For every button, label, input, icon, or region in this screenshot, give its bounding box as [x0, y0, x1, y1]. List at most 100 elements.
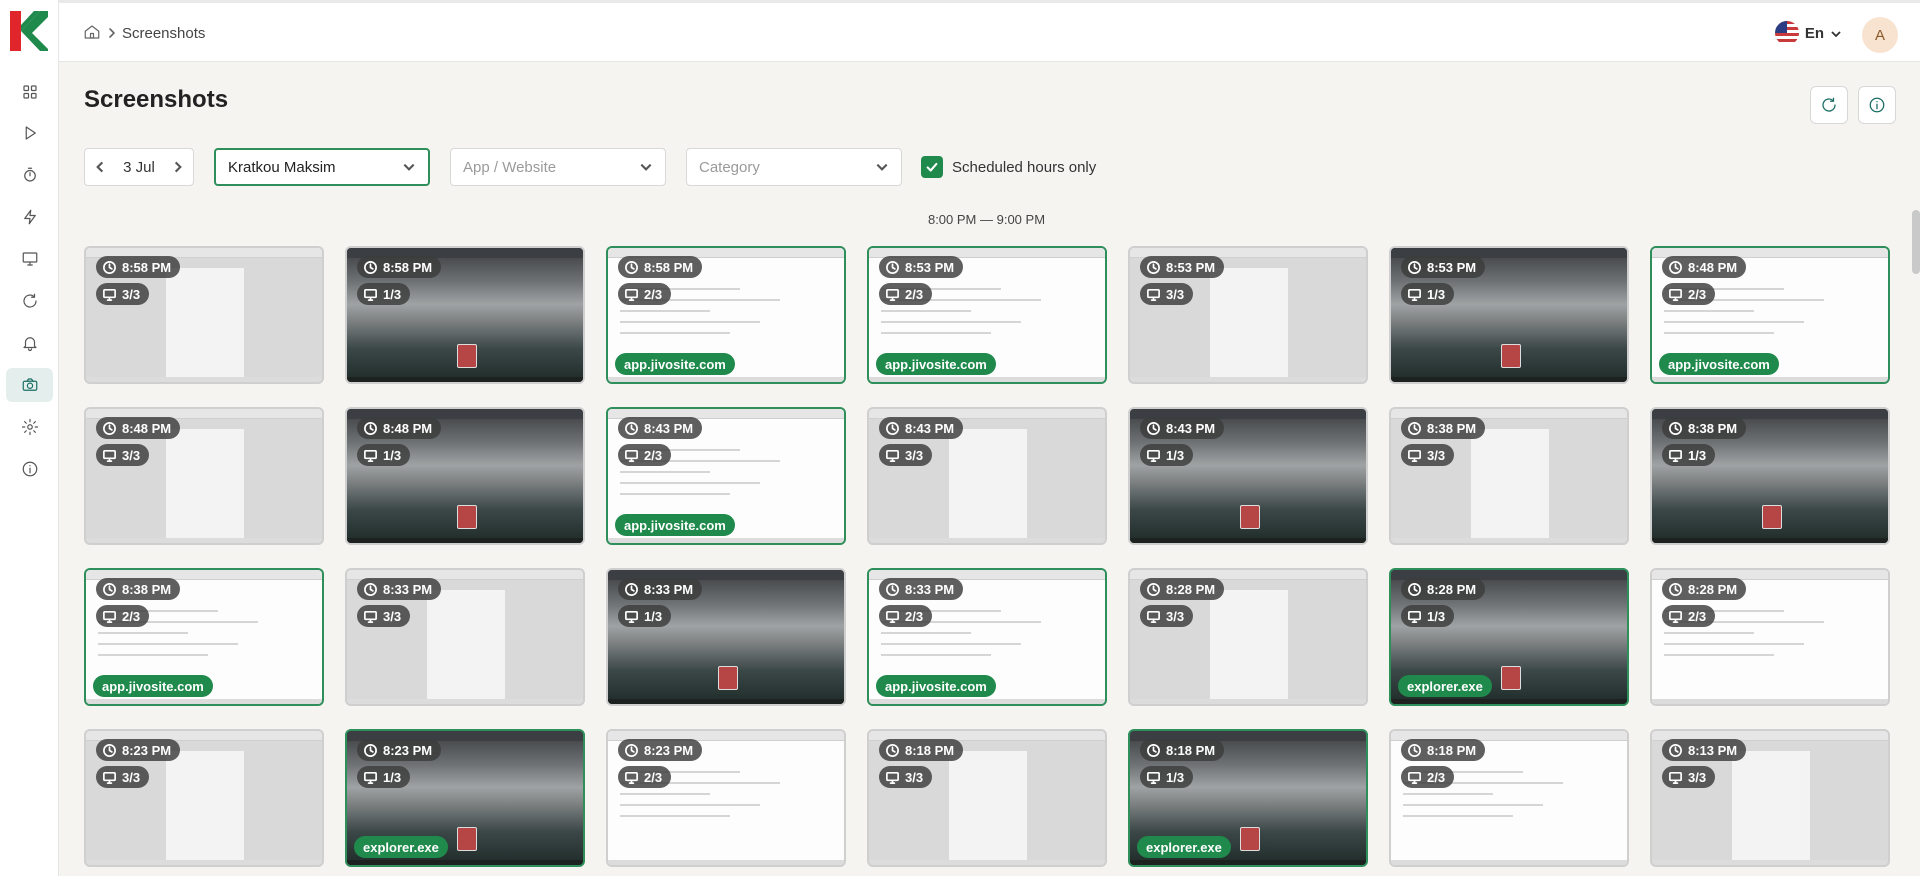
screenshot-card[interactable]: 8:33 PM 3/3 — [345, 568, 585, 706]
monitor-value: 3/3 — [1166, 286, 1185, 302]
app-website-select[interactable]: App / Website — [450, 148, 666, 186]
scheduled-hours-toggle[interactable]: Scheduled hours only — [921, 156, 1096, 178]
monitor-icon — [886, 771, 899, 784]
employee-select[interactable]: Kratkou Maksim — [214, 148, 430, 186]
time-value: 8:23 PM — [644, 742, 694, 758]
screenshot-card[interactable]: 8:28 PM 1/3 explorer.exe — [1389, 568, 1629, 706]
settings-icon[interactable] — [18, 415, 42, 439]
info-button[interactable] — [1858, 86, 1896, 124]
thumbnail-taskbar — [86, 860, 322, 865]
clock-icon — [625, 260, 638, 274]
play-icon[interactable] — [18, 121, 42, 145]
time-value: 8:23 PM — [383, 742, 433, 758]
category-select[interactable]: Category — [686, 148, 902, 186]
monitor-value: 3/3 — [122, 769, 141, 785]
screenshot-card[interactable]: 8:38 PM 3/3 — [1389, 407, 1629, 545]
screenshot-card[interactable]: 8:53 PM 2/3 app.jivosite.com — [867, 246, 1107, 384]
info-icon[interactable] — [18, 457, 42, 481]
screenshot-card[interactable]: 8:23 PM 3/3 — [84, 729, 324, 867]
screenshot-card[interactable]: 8:48 PM 3/3 — [84, 407, 324, 545]
chevron-left-icon[interactable] — [93, 160, 107, 174]
clock-icon — [625, 743, 638, 757]
screenshot-card[interactable]: 8:33 PM 1/3 — [606, 568, 846, 706]
thumbnail-window-icon — [1240, 505, 1260, 529]
monitor-value: 2/3 — [644, 769, 663, 785]
monitor-badge: 2/3 — [1662, 605, 1716, 627]
monitor-badge: 3/3 — [96, 444, 150, 466]
screenshot-card[interactable]: 8:23 PM 2/3 — [606, 729, 846, 867]
time-value: 8:23 PM — [122, 742, 172, 758]
screenshot-card[interactable]: 8:58 PM 2/3 app.jivosite.com — [606, 246, 846, 384]
monitor-value: 3/3 — [905, 447, 924, 463]
monitor-value: 2/3 — [905, 608, 924, 624]
kickidler-logo[interactable] — [10, 11, 48, 51]
home-icon[interactable] — [83, 23, 101, 41]
screenshot-card[interactable]: 8:43 PM 1/3 — [1128, 407, 1368, 545]
monitor-badge: 1/3 — [1401, 605, 1455, 627]
monitor-value: 2/3 — [905, 286, 924, 302]
scrollbar[interactable] — [1912, 210, 1920, 274]
time-badge: 8:43 PM — [618, 417, 703, 439]
refresh-button[interactable] — [1810, 86, 1848, 124]
thumbnail-window-icon — [718, 666, 738, 690]
thumbnail-taskbar — [869, 538, 1105, 543]
time-badge: 8:43 PM — [879, 417, 964, 439]
screenshot-card[interactable]: 8:38 PM 2/3 app.jivosite.com — [84, 568, 324, 706]
thumbnail-taskbar — [86, 538, 322, 543]
timer-icon[interactable] — [18, 163, 42, 187]
monitor-icon — [364, 449, 377, 462]
monitor-value: 1/3 — [1427, 286, 1446, 302]
time-value: 8:28 PM — [1166, 581, 1216, 597]
screenshot-card[interactable]: 8:18 PM 1/3 explorer.exe — [1128, 729, 1368, 867]
screenshot-card[interactable]: 8:53 PM 3/3 — [1128, 246, 1368, 384]
screenshot-card[interactable]: 8:43 PM 2/3 app.jivosite.com — [606, 407, 846, 545]
screenshot-card[interactable]: 8:58 PM 1/3 — [345, 246, 585, 384]
clock-icon — [886, 743, 899, 757]
monitor-badge: 1/3 — [1401, 283, 1455, 305]
clock-icon — [625, 421, 638, 435]
thumbnail-document — [1210, 590, 1288, 702]
bell-icon[interactable] — [18, 331, 42, 355]
screenshot-card[interactable]: 8:48 PM 2/3 app.jivosite.com — [1650, 246, 1890, 384]
screenshot-card[interactable]: 8:18 PM 2/3 — [1389, 729, 1629, 867]
monitor-value: 3/3 — [905, 769, 924, 785]
time-value: 8:18 PM — [1166, 742, 1216, 758]
screenshot-card[interactable]: 8:18 PM 3/3 — [867, 729, 1107, 867]
date-value[interactable]: 3 Jul — [123, 159, 155, 176]
monitor-value: 3/3 — [1688, 769, 1707, 785]
screenshot-card[interactable]: 8:28 PM 2/3 — [1650, 568, 1890, 706]
monitor-value: 2/3 — [644, 447, 663, 463]
monitor-value: 3/3 — [122, 286, 141, 302]
thumbnail-document — [166, 268, 244, 380]
screenshot-card[interactable]: 8:58 PM 3/3 — [84, 246, 324, 384]
monitor-icon[interactable] — [18, 247, 42, 271]
time-value: 8:58 PM — [122, 259, 172, 275]
monitor-value: 2/3 — [644, 286, 663, 302]
thumbnail-taskbar — [1130, 860, 1366, 865]
refresh-icon[interactable] — [18, 289, 42, 313]
thumbnail-taskbar — [608, 538, 844, 543]
checkmark-icon — [926, 162, 938, 172]
monitor-value: 3/3 — [1427, 447, 1446, 463]
dashboard-icon[interactable] — [18, 80, 42, 104]
screenshot-card[interactable]: 8:43 PM 3/3 — [867, 407, 1107, 545]
screenshot-card[interactable]: 8:23 PM 1/3 explorer.exe — [345, 729, 585, 867]
chevron-right-icon[interactable] — [171, 160, 185, 174]
clock-icon — [1669, 260, 1682, 274]
screenshot-card[interactable]: 8:28 PM 3/3 — [1128, 568, 1368, 706]
clock-icon — [1669, 743, 1682, 757]
screenshot-card[interactable]: 8:33 PM 2/3 app.jivosite.com — [867, 568, 1107, 706]
screenshot-card[interactable]: 8:13 PM 3/3 — [1650, 729, 1890, 867]
thumbnail-window-icon — [457, 505, 477, 529]
screenshot-card[interactable]: 8:53 PM 1/3 — [1389, 246, 1629, 384]
user-avatar[interactable]: A — [1862, 17, 1898, 53]
scheduled-hours-checkbox[interactable] — [921, 156, 943, 178]
monitor-icon — [1669, 288, 1682, 301]
screenshot-card[interactable]: 8:38 PM 1/3 — [1650, 407, 1890, 545]
monitor-badge: 3/3 — [879, 444, 933, 466]
language-selector[interactable]: En — [1774, 21, 1842, 45]
camera-icon[interactable] — [6, 368, 53, 402]
screenshot-card[interactable]: 8:48 PM 1/3 — [345, 407, 585, 545]
monitor-badge: 2/3 — [879, 283, 933, 305]
thumbnail-taskbar — [869, 860, 1105, 865]
